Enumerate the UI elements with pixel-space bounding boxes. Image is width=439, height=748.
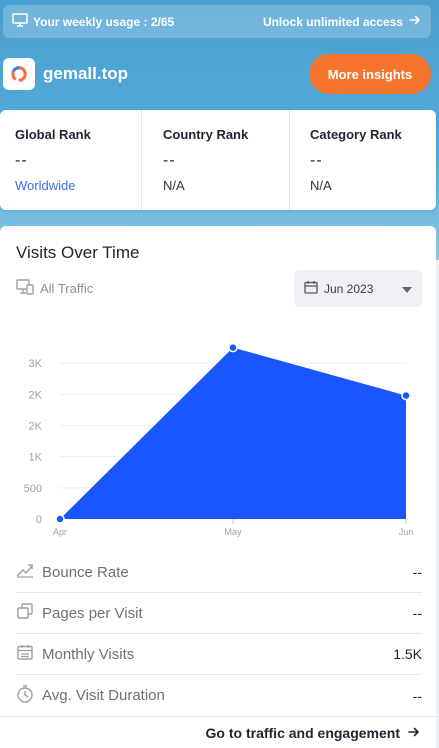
unlock-link[interactable]: Unlock unlimited access bbox=[263, 14, 421, 29]
metric-value: -- bbox=[412, 687, 422, 704]
metric-label-group: Avg. Visit Duration bbox=[16, 684, 165, 707]
usage-text: Your weekly usage : 2/65 bbox=[33, 14, 175, 29]
area-series bbox=[60, 347, 406, 519]
metric-row: Avg. Visit Duration -- bbox=[16, 675, 422, 716]
category-rank-sub: N/A bbox=[310, 178, 332, 193]
calendar-icon bbox=[16, 644, 34, 664]
visits-card: Visits Over Time All Traffic Jun 2023 0 5… bbox=[0, 226, 436, 748]
metric-label-group: Bounce Rate bbox=[16, 562, 129, 582]
x-tick-label: Apr bbox=[53, 527, 67, 537]
site-row: gemall.top More insights bbox=[3, 54, 431, 94]
country-rank: Country Rank -- N/A bbox=[142, 110, 290, 210]
arrow-right-icon[interactable] bbox=[409, 14, 421, 29]
usage-info: Your weekly usage : 2/65 bbox=[12, 13, 174, 30]
traffic-label: All Traffic bbox=[40, 281, 94, 296]
data-point bbox=[401, 390, 411, 401]
x-tick-label: Jun bbox=[399, 527, 414, 537]
trend-icon bbox=[16, 562, 34, 582]
data-point bbox=[55, 514, 65, 524]
visits-chart: 0 500 1K 2K 2K 3K Apr May Jun bbox=[24, 342, 414, 537]
category-rank-value: -- bbox=[310, 152, 323, 169]
country-rank-value: -- bbox=[163, 152, 176, 169]
metric-value: -- bbox=[412, 605, 422, 621]
pages-icon bbox=[16, 603, 34, 623]
traffic-filter: All Traffic bbox=[16, 279, 93, 298]
unlock-label[interactable]: Unlock unlimited access bbox=[263, 15, 403, 29]
metric-label-group: Pages per Visit bbox=[16, 603, 143, 623]
y-tick-label: 0 bbox=[36, 514, 42, 526]
global-rank: Global Rank -- Worldwide bbox=[0, 110, 142, 210]
global-rank-sub[interactable]: Worldwide bbox=[15, 178, 141, 193]
chevron-down-icon[interactable] bbox=[402, 282, 412, 296]
traffic-engagement-label[interactable]: Go to traffic and engagement bbox=[206, 725, 400, 741]
x-tick-label: May bbox=[224, 527, 242, 537]
metrics-list: Bounce Rate -- Pages per Visit -- Monthl… bbox=[16, 552, 422, 716]
devices-icon bbox=[16, 279, 34, 298]
timer-icon bbox=[16, 684, 34, 707]
metric-label: Bounce Rate bbox=[42, 563, 129, 581]
data-point bbox=[228, 342, 238, 353]
y-tick-label: 1K bbox=[29, 452, 43, 464]
y-tick-label: 2K bbox=[29, 389, 43, 401]
country-rank-sub: N/A bbox=[163, 178, 185, 193]
y-tick-label: 500 bbox=[24, 483, 42, 495]
site-name: gemall.top bbox=[43, 64, 129, 83]
site-info: gemall.top bbox=[3, 58, 128, 90]
more-insights-button[interactable]: More insights bbox=[309, 54, 431, 94]
metric-label: Monthly Visits bbox=[42, 645, 135, 663]
visits-title: Visits Over Time bbox=[16, 243, 140, 262]
traffic-engagement-link[interactable]: Go to traffic and engagement bbox=[0, 716, 436, 748]
global-rank-title: Global Rank bbox=[15, 127, 91, 142]
metric-value: -- bbox=[412, 564, 422, 580]
date-select-value[interactable]: Jun 2023 bbox=[324, 282, 373, 296]
global-rank-value: -- bbox=[15, 152, 28, 169]
rank-card: Global Rank -- Worldwide Country Rank --… bbox=[0, 110, 436, 210]
usage-bar: Your weekly usage : 2/65 Unlock unlimite… bbox=[3, 5, 431, 38]
usage-icon bbox=[12, 13, 28, 30]
date-select[interactable]: Jun 2023 bbox=[294, 270, 422, 307]
category-rank-title: Category Rank bbox=[310, 127, 402, 142]
metric-value: 1.5K bbox=[393, 646, 422, 662]
metric-label-group: Monthly Visits bbox=[16, 644, 134, 664]
metric-label: Avg. Visit Duration bbox=[42, 687, 165, 704]
y-tick-label: 2K bbox=[29, 421, 43, 433]
metric-row: Bounce Rate -- bbox=[16, 552, 422, 593]
category-rank: Category Rank -- N/A bbox=[290, 110, 436, 210]
arrow-right-icon[interactable] bbox=[408, 725, 420, 741]
metric-row: Monthly Visits 1.5K bbox=[16, 634, 422, 675]
calendar-icon bbox=[304, 280, 318, 297]
country-rank-title: Country Rank bbox=[163, 127, 249, 142]
metric-row: Pages per Visit -- bbox=[16, 593, 422, 634]
site-favicon bbox=[3, 58, 35, 90]
metric-label: Pages per Visit bbox=[42, 604, 143, 622]
y-tick-label: 3K bbox=[29, 358, 43, 370]
